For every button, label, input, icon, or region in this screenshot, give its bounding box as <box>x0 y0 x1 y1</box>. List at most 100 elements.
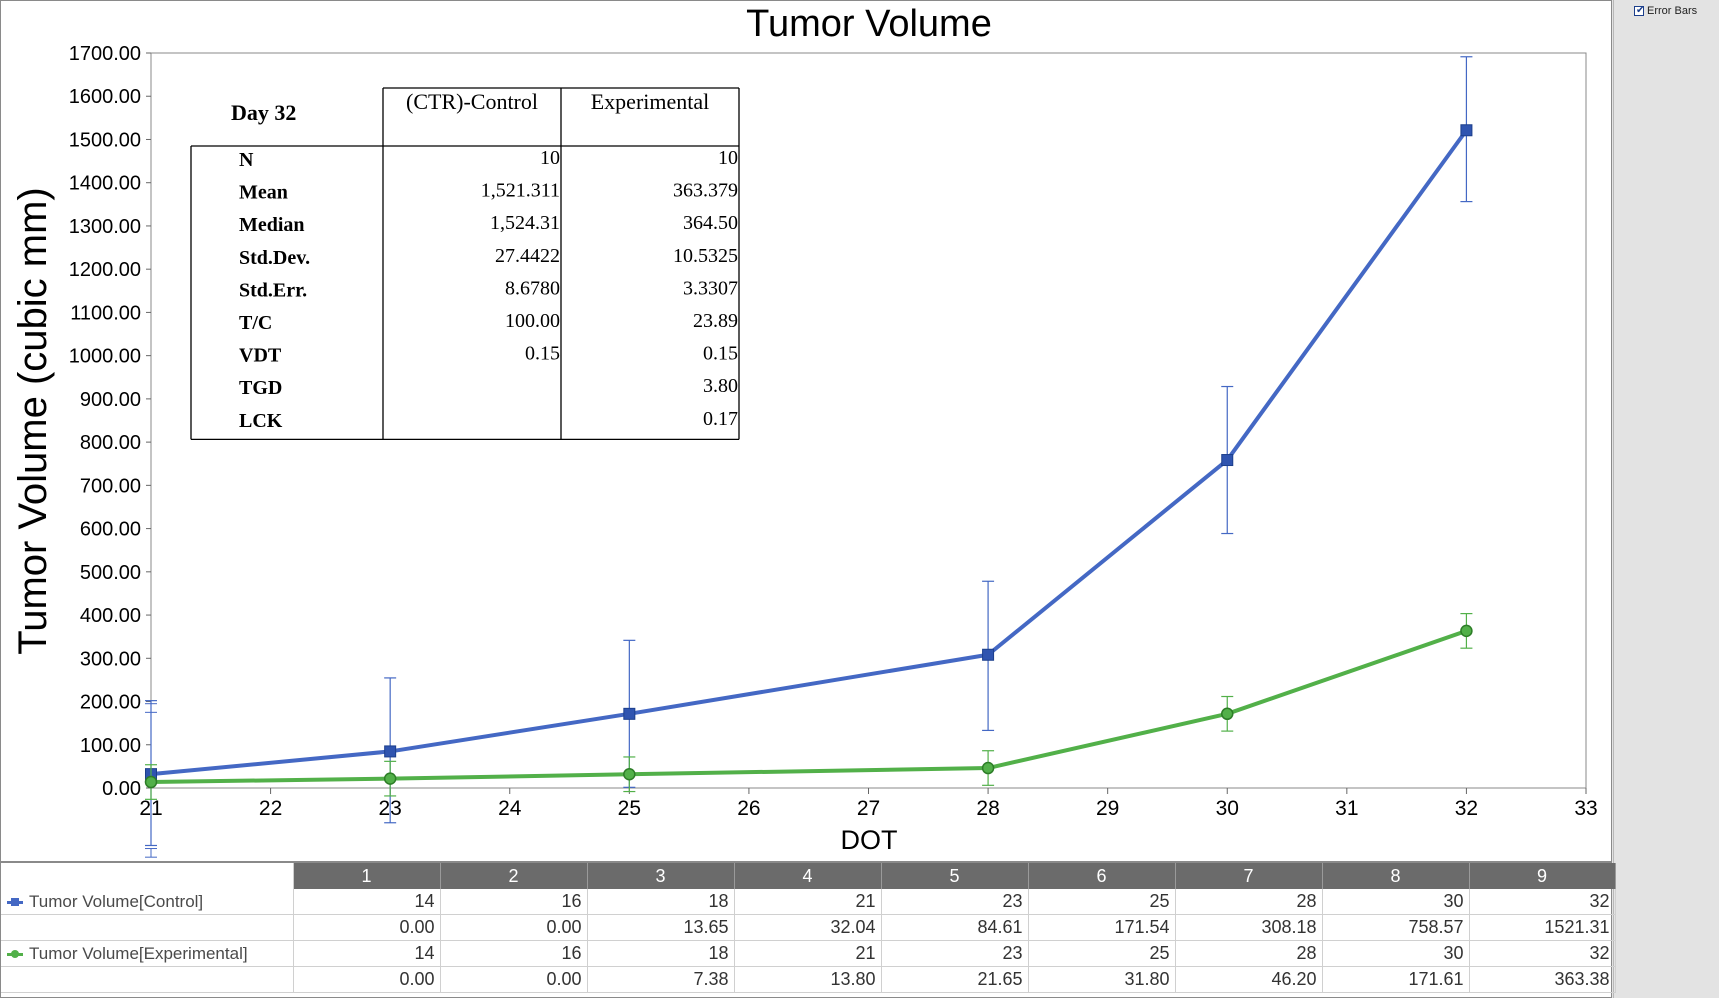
grid-cell[interactable]: 32 <box>1469 889 1616 915</box>
grid-cell[interactable]: 23 <box>881 940 1029 967</box>
grid-corner-header <box>1 863 294 889</box>
grid-cell[interactable]: 7.38 <box>587 966 735 993</box>
grid-cell[interactable]: 16 <box>440 889 588 915</box>
grid-cell[interactable]: 1521.31 <box>1469 914 1616 941</box>
x-tick-label: 24 <box>498 797 522 820</box>
grid-cell[interactable]: 30 <box>1322 940 1470 967</box>
stats-row-label: Median <box>239 214 305 236</box>
error-bars-toggle[interactable]: ✔ Error Bars <box>1634 5 1697 17</box>
grid-series-name: Tumor Volume[Experimental] <box>29 943 248 963</box>
y-tick-label: 1000.00 <box>69 346 141 368</box>
stats-cell: 100.00 <box>505 310 560 332</box>
grid-column-header[interactable]: 4 <box>734 863 882 889</box>
grid-cell[interactable]: 46.20 <box>1175 966 1323 993</box>
error-bars-checkbox[interactable]: ✔ <box>1634 5 1645 16</box>
grid-cell[interactable]: 28 <box>1175 889 1323 915</box>
y-tick-label: 1500.00 <box>69 129 141 151</box>
grid-cell[interactable]: 32.04 <box>734 914 882 941</box>
grid-cell[interactable]: 14 <box>293 889 441 915</box>
stats-cell: 10 <box>540 147 560 169</box>
grid-cell[interactable]: 13.80 <box>734 966 882 993</box>
grid-cell[interactable]: 18 <box>587 940 735 967</box>
data-point <box>623 768 636 781</box>
grid-series-label <box>1 914 294 941</box>
grid-column-header[interactable]: 1 <box>293 863 441 889</box>
data-point <box>981 761 995 775</box>
grid-series-label: Tumor Volume[Control] <box>1 889 294 915</box>
y-tick-label: 300.00 <box>80 648 141 670</box>
data-point <box>623 707 636 720</box>
grid-cell[interactable]: 23 <box>881 889 1029 915</box>
chart-title: Tumor Volume <box>746 3 992 45</box>
x-tick-label: 30 <box>1216 797 1239 820</box>
stats-cell: 27.4422 <box>495 245 560 267</box>
stats-row-label: Mean <box>239 182 288 204</box>
grid-cell[interactable]: 14 <box>293 940 441 967</box>
stats-cell: 0.15 <box>703 343 738 365</box>
grid-cell[interactable]: 21 <box>734 889 882 915</box>
grid-row: 0.00 0.00 13.65 32.04 84.61 171.54 308.18 758.5… <box>1 914 1616 941</box>
grid-cell[interactable]: 21.65 <box>881 966 1029 993</box>
grid-column-header[interactable]: 8 <box>1322 863 1470 889</box>
grid-cell[interactable]: 21 <box>734 940 882 967</box>
stats-row-label: TGD <box>239 377 282 399</box>
grid-cell[interactable]: 171.54 <box>1028 914 1176 941</box>
grid-cell[interactable]: 84.61 <box>881 914 1029 941</box>
legend-circle-marker-icon <box>7 948 23 960</box>
grid-cell[interactable]: 13.65 <box>587 914 735 941</box>
y-tick-label: 1100.00 <box>70 302 141 324</box>
stats-row-label: LCK <box>239 410 283 432</box>
grid-cell[interactable]: 0.00 <box>293 966 441 993</box>
grid-column-header[interactable]: 5 <box>881 863 1029 889</box>
stats-column-header: (CTR)-Control <box>406 89 538 114</box>
data-point <box>1460 624 1473 638</box>
grid-column-header[interactable]: 2 <box>440 863 588 889</box>
y-tick-label: 500.00 <box>80 562 141 584</box>
grid-cell[interactable]: 0.00 <box>293 914 441 941</box>
grid-cell[interactable]: 28 <box>1175 940 1323 967</box>
y-tick-label: 1600.00 <box>69 86 141 108</box>
grid-series-name: Tumor Volume[Control] <box>29 891 204 911</box>
y-tick-label: 800.00 <box>80 432 141 454</box>
grid-cell[interactable]: 25 <box>1028 940 1176 967</box>
plot-area <box>150 52 1587 789</box>
error-bars-label: Error Bars <box>1647 5 1698 17</box>
grid-cell[interactable]: 18 <box>587 889 735 915</box>
stats-column-header: Experimental <box>591 89 710 114</box>
grid-column-header[interactable]: 6 <box>1028 863 1176 889</box>
grid-cell[interactable]: 31.80 <box>1028 966 1176 993</box>
grid-cell[interactable]: 758.57 <box>1322 914 1470 941</box>
grid-cell[interactable]: 363.38 <box>1469 966 1616 993</box>
y-tick-label: 400.00 <box>80 605 141 627</box>
data-point <box>383 772 397 785</box>
grid-column-header[interactable]: 9 <box>1469 863 1616 889</box>
y-tick-label: 1200.00 <box>69 259 141 281</box>
grid-cell[interactable]: 0.00 <box>440 966 588 993</box>
grid-cell[interactable]: 30 <box>1322 889 1470 915</box>
x-axis-label: DOT <box>841 825 898 855</box>
grid-series-label <box>1 966 294 993</box>
y-tick-label: 200.00 <box>80 692 141 714</box>
x-tick-label: 22 <box>259 797 282 820</box>
stats-row-label: N <box>239 149 254 171</box>
grid-column-header[interactable]: 7 <box>1175 863 1323 889</box>
grid-cell[interactable]: 0.00 <box>440 914 588 941</box>
y-axis-label: Tumor Volume (cubic mm) <box>11 187 55 655</box>
stats-cell: 23.89 <box>693 310 738 332</box>
data-point <box>144 775 158 789</box>
grid-cell[interactable]: 32 <box>1469 940 1616 967</box>
checkmark-icon: ✔ <box>1636 5 1645 16</box>
x-tick-label: 27 <box>857 797 880 820</box>
x-tick-label: 31 <box>1335 797 1358 820</box>
grid-cell[interactable]: 25 <box>1028 889 1176 915</box>
legend-square-marker-icon <box>7 896 23 908</box>
grid-column-header[interactable]: 3 <box>587 863 735 889</box>
grid-cell[interactable]: 171.61 <box>1322 966 1470 993</box>
grid-row: 0.00 0.00 7.38 13.80 21.65 31.80 46.20 171.61 36… <box>1 966 1616 993</box>
grid-cell[interactable]: 16 <box>440 940 588 967</box>
grid-cell[interactable]: 308.18 <box>1175 914 1323 941</box>
data-point <box>982 648 995 661</box>
data-point <box>1221 707 1234 721</box>
chart-panel: Tumor Volume Tumor Volume (cubic mm) DOT… <box>0 0 1612 862</box>
data-point <box>1221 454 1234 467</box>
